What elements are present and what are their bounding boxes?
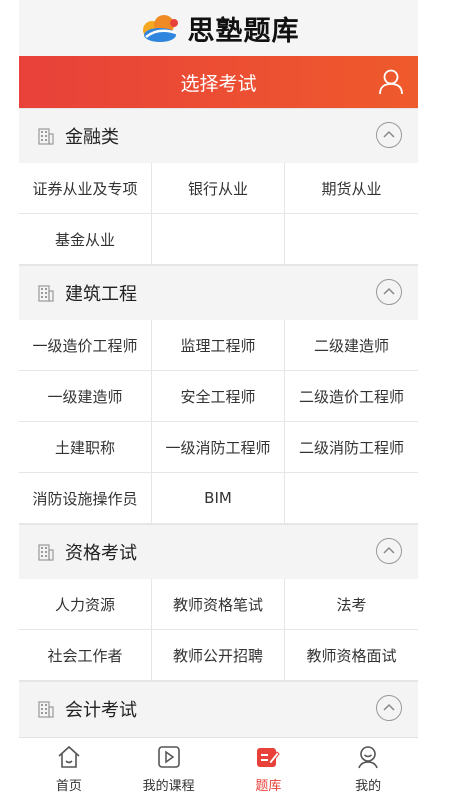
logo-bar: 思塾题库 <box>19 0 418 56</box>
section-title: 会计考试 <box>65 700 137 721</box>
tab-home[interactable]: 首页 <box>19 738 119 800</box>
exam-item[interactable]: 监理工程师 <box>152 320 285 371</box>
video-play-icon <box>157 746 180 768</box>
tab-label: 首页 <box>55 779 82 794</box>
collapse-button[interactable] <box>376 695 402 721</box>
section-header-qualification[interactable]: 资格考试 <box>19 524 418 579</box>
exam-item[interactable]: 安全工程师 <box>152 371 285 422</box>
exam-item[interactable]: 二级消防工程师 <box>285 422 418 473</box>
section-title: 资格考试 <box>65 543 137 564</box>
title-bar: 选择考试 <box>19 56 418 108</box>
exam-item[interactable]: 一级消防工程师 <box>152 422 285 473</box>
exam-item[interactable]: 银行从业 <box>152 163 285 214</box>
section-header-finance[interactable]: 金融类 <box>19 108 418 163</box>
section-grid-construction: 一级造价工程师 监理工程师 二级建造师 一级建造师 安全工程师 二级造价工程师 … <box>19 320 418 524</box>
building-icon <box>38 701 54 718</box>
building-icon <box>38 544 54 561</box>
exam-item[interactable]: 人力资源 <box>19 579 152 630</box>
building-icon <box>38 128 54 145</box>
exam-item[interactable]: 土建职称 <box>19 422 152 473</box>
collapse-button[interactable] <box>376 122 402 148</box>
tab-label: 我的 <box>355 779 382 794</box>
chevron-up-icon <box>383 130 395 138</box>
exam-item[interactable]: 教师资格笔试 <box>152 579 285 630</box>
section-title: 金融类 <box>65 127 119 148</box>
tab-label: 我的课程 <box>142 779 195 794</box>
exam-item[interactable]: 期货从业 <box>285 163 418 214</box>
empty-cell <box>285 473 418 524</box>
section-header-accounting[interactable]: 会计考试 <box>19 681 418 736</box>
building-icon <box>38 285 54 302</box>
exam-item[interactable]: 教师公开招聘 <box>152 630 285 681</box>
tab-label: 题库 <box>255 779 282 794</box>
exam-item[interactable]: 社会工作者 <box>19 630 152 681</box>
section-header-construction[interactable]: 建筑工程 <box>19 265 418 320</box>
exam-item[interactable]: 二级造价工程师 <box>285 371 418 422</box>
empty-cell <box>152 214 285 265</box>
chevron-up-icon <box>383 287 395 295</box>
exam-item[interactable]: 基金从业 <box>19 214 152 265</box>
exam-item[interactable]: 证券从业及专项 <box>19 163 152 214</box>
collapse-button[interactable] <box>376 279 402 305</box>
exam-item[interactable]: 一级造价工程师 <box>19 320 152 371</box>
user-icon[interactable] <box>376 67 406 97</box>
logo-text: 思塾题库 <box>187 15 300 47</box>
question-bank-icon <box>257 748 281 767</box>
exam-item[interactable]: 一级建造师 <box>19 371 152 422</box>
exam-item[interactable]: 消防设施操作员 <box>19 473 152 524</box>
page-title: 选择考试 <box>180 72 257 95</box>
tab-mine[interactable]: 我的 <box>318 738 418 800</box>
section-title: 建筑工程 <box>65 284 137 305</box>
section-grid-qualification: 人力资源 教师资格笔试 法考 社会工作者 教师公开招聘 教师资格面试 <box>19 579 418 681</box>
tab-courses[interactable]: 我的课程 <box>119 738 219 800</box>
exam-item[interactable]: 教师资格面试 <box>285 630 418 681</box>
profile-icon <box>358 746 378 769</box>
exam-item[interactable]: BIM <box>152 473 285 524</box>
exam-item[interactable]: 法考 <box>285 579 418 630</box>
collapse-button[interactable] <box>376 538 402 564</box>
exam-list: 金融类 证券从业及专项 银行从业 期货从业 基金从业 建筑工程 一级造价工程师 … <box>19 108 418 738</box>
section-grid-finance: 证券从业及专项 银行从业 期货从业 基金从业 <box>19 163 418 265</box>
home-icon <box>58 745 80 768</box>
bottom-tab-bar: 首页 我的课程 题库 我的 <box>19 737 418 800</box>
chevron-up-icon <box>383 703 395 711</box>
app-frame: 思塾题库 选择考试 金融类 证券从业及专项 银行从业 期货从业 基金从业 建筑工… <box>19 0 418 800</box>
tab-question-bank[interactable]: 题库 <box>219 738 319 800</box>
exam-item[interactable]: 二级建造师 <box>285 320 418 371</box>
empty-cell <box>285 214 418 265</box>
chevron-up-icon <box>383 546 395 554</box>
logo-icon <box>142 15 178 42</box>
